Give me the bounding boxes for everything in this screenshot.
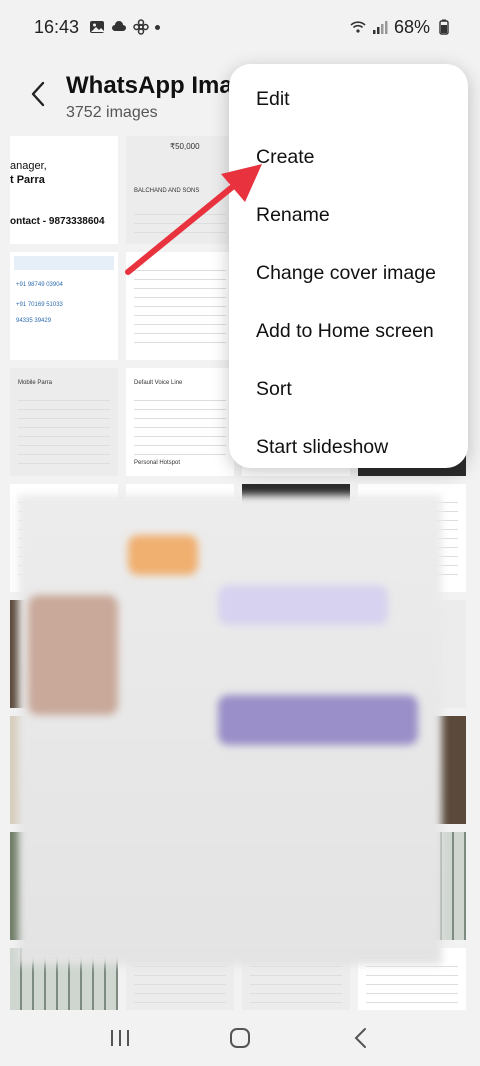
- home-icon: [230, 1028, 250, 1048]
- menu-item-rename[interactable]: Rename: [229, 186, 468, 244]
- pinwheel-icon: [133, 19, 149, 35]
- recents-icon: [111, 1030, 129, 1046]
- home-button[interactable]: [220, 1018, 260, 1058]
- thumbnail-text: anager,: [10, 160, 47, 172]
- thumbnail-text: ontact - 9873338604: [10, 216, 105, 227]
- blurred-region: [18, 495, 442, 965]
- thumbnail-text: 94335 39429: [16, 318, 52, 324]
- notification-dot: [155, 24, 161, 30]
- thumbnail[interactable]: +91 98749 03904 +91 70169 51033 94335 39…: [10, 252, 118, 360]
- recents-button[interactable]: [100, 1018, 140, 1058]
- thumbnail-text: ₹50,000: [170, 142, 200, 151]
- wifi-icon: [350, 21, 366, 33]
- menu-item-sort[interactable]: Sort: [229, 360, 468, 418]
- menu-item-add-to-home-screen[interactable]: Add to Home screen: [229, 302, 468, 360]
- nav-back-button[interactable]: [340, 1018, 380, 1058]
- thumbnail-text: Mobile Parra: [18, 380, 53, 386]
- menu-item-start-slideshow[interactable]: Start slideshow: [229, 418, 468, 476]
- battery-icon: [439, 19, 449, 35]
- thumbnail-text: +91 98749 03904: [16, 282, 63, 288]
- menu-item-edit[interactable]: Edit: [229, 70, 468, 128]
- album-title: WhatsApp Imag: [66, 72, 246, 99]
- cloud-icon: [112, 21, 127, 31]
- battery-percent: 68%: [393, 16, 430, 37]
- menu-item-change-cover-image[interactable]: Change cover image: [229, 244, 468, 302]
- gallery-icon: [90, 21, 105, 33]
- thumbnail-text: BALCHAND AND SONS: [134, 188, 200, 194]
- back-arrow-icon: [31, 81, 45, 107]
- nav-back-icon: [354, 1028, 366, 1048]
- thumbnail[interactable]: ₹50,000 BALCHAND AND SONS: [126, 136, 234, 244]
- thumbnail[interactable]: Mobile Parra: [10, 368, 118, 476]
- thumbnail-text: Default Voice Line: [134, 380, 183, 386]
- navigation-bar: [0, 1010, 480, 1066]
- thumbnail[interactable]: anager, t Parra ontact - 9873338604: [10, 136, 118, 244]
- menu-item-create[interactable]: Create: [229, 128, 468, 186]
- thumbnail[interactable]: Default Voice Line Personal Hotspot: [126, 368, 234, 476]
- thumbnail-text: +91 70169 51033: [16, 302, 63, 308]
- thumbnail-text: t Parra: [10, 174, 45, 186]
- status-time: 16:43: [34, 16, 80, 37]
- thumbnail[interactable]: [126, 252, 234, 360]
- back-button[interactable]: [22, 76, 54, 112]
- context-menu: Edit Create Rename Change cover image Ad…: [229, 64, 468, 468]
- album-count: 3752 images: [66, 104, 158, 121]
- thumbnail-text: Personal Hotspot: [134, 460, 181, 466]
- signal-icon: [372, 21, 388, 34]
- status-bar: 16:43 68%: [0, 0, 480, 54]
